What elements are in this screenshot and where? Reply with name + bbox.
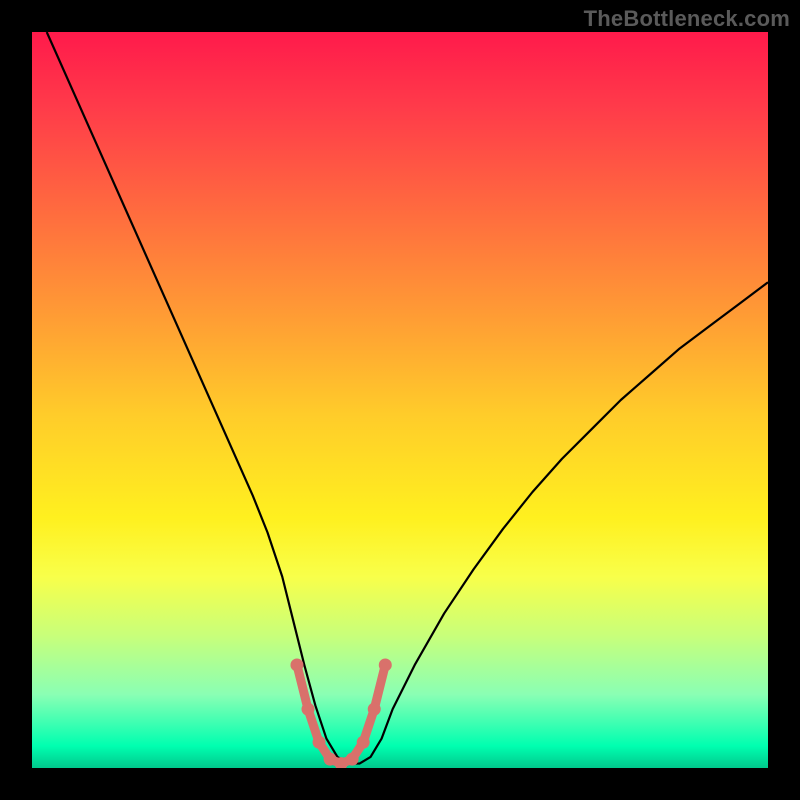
valley-point bbox=[346, 753, 359, 766]
valley-point bbox=[290, 658, 303, 671]
curve-main bbox=[47, 32, 768, 764]
valley-point bbox=[357, 736, 370, 749]
plot-area bbox=[32, 32, 768, 768]
valley-point bbox=[302, 703, 315, 716]
valley-point bbox=[379, 658, 392, 671]
valley-point bbox=[313, 736, 326, 749]
chart-svg bbox=[32, 32, 768, 768]
watermark-text: TheBottleneck.com bbox=[584, 6, 790, 32]
chart-frame: TheBottleneck.com bbox=[0, 0, 800, 800]
valley-point bbox=[368, 703, 381, 716]
